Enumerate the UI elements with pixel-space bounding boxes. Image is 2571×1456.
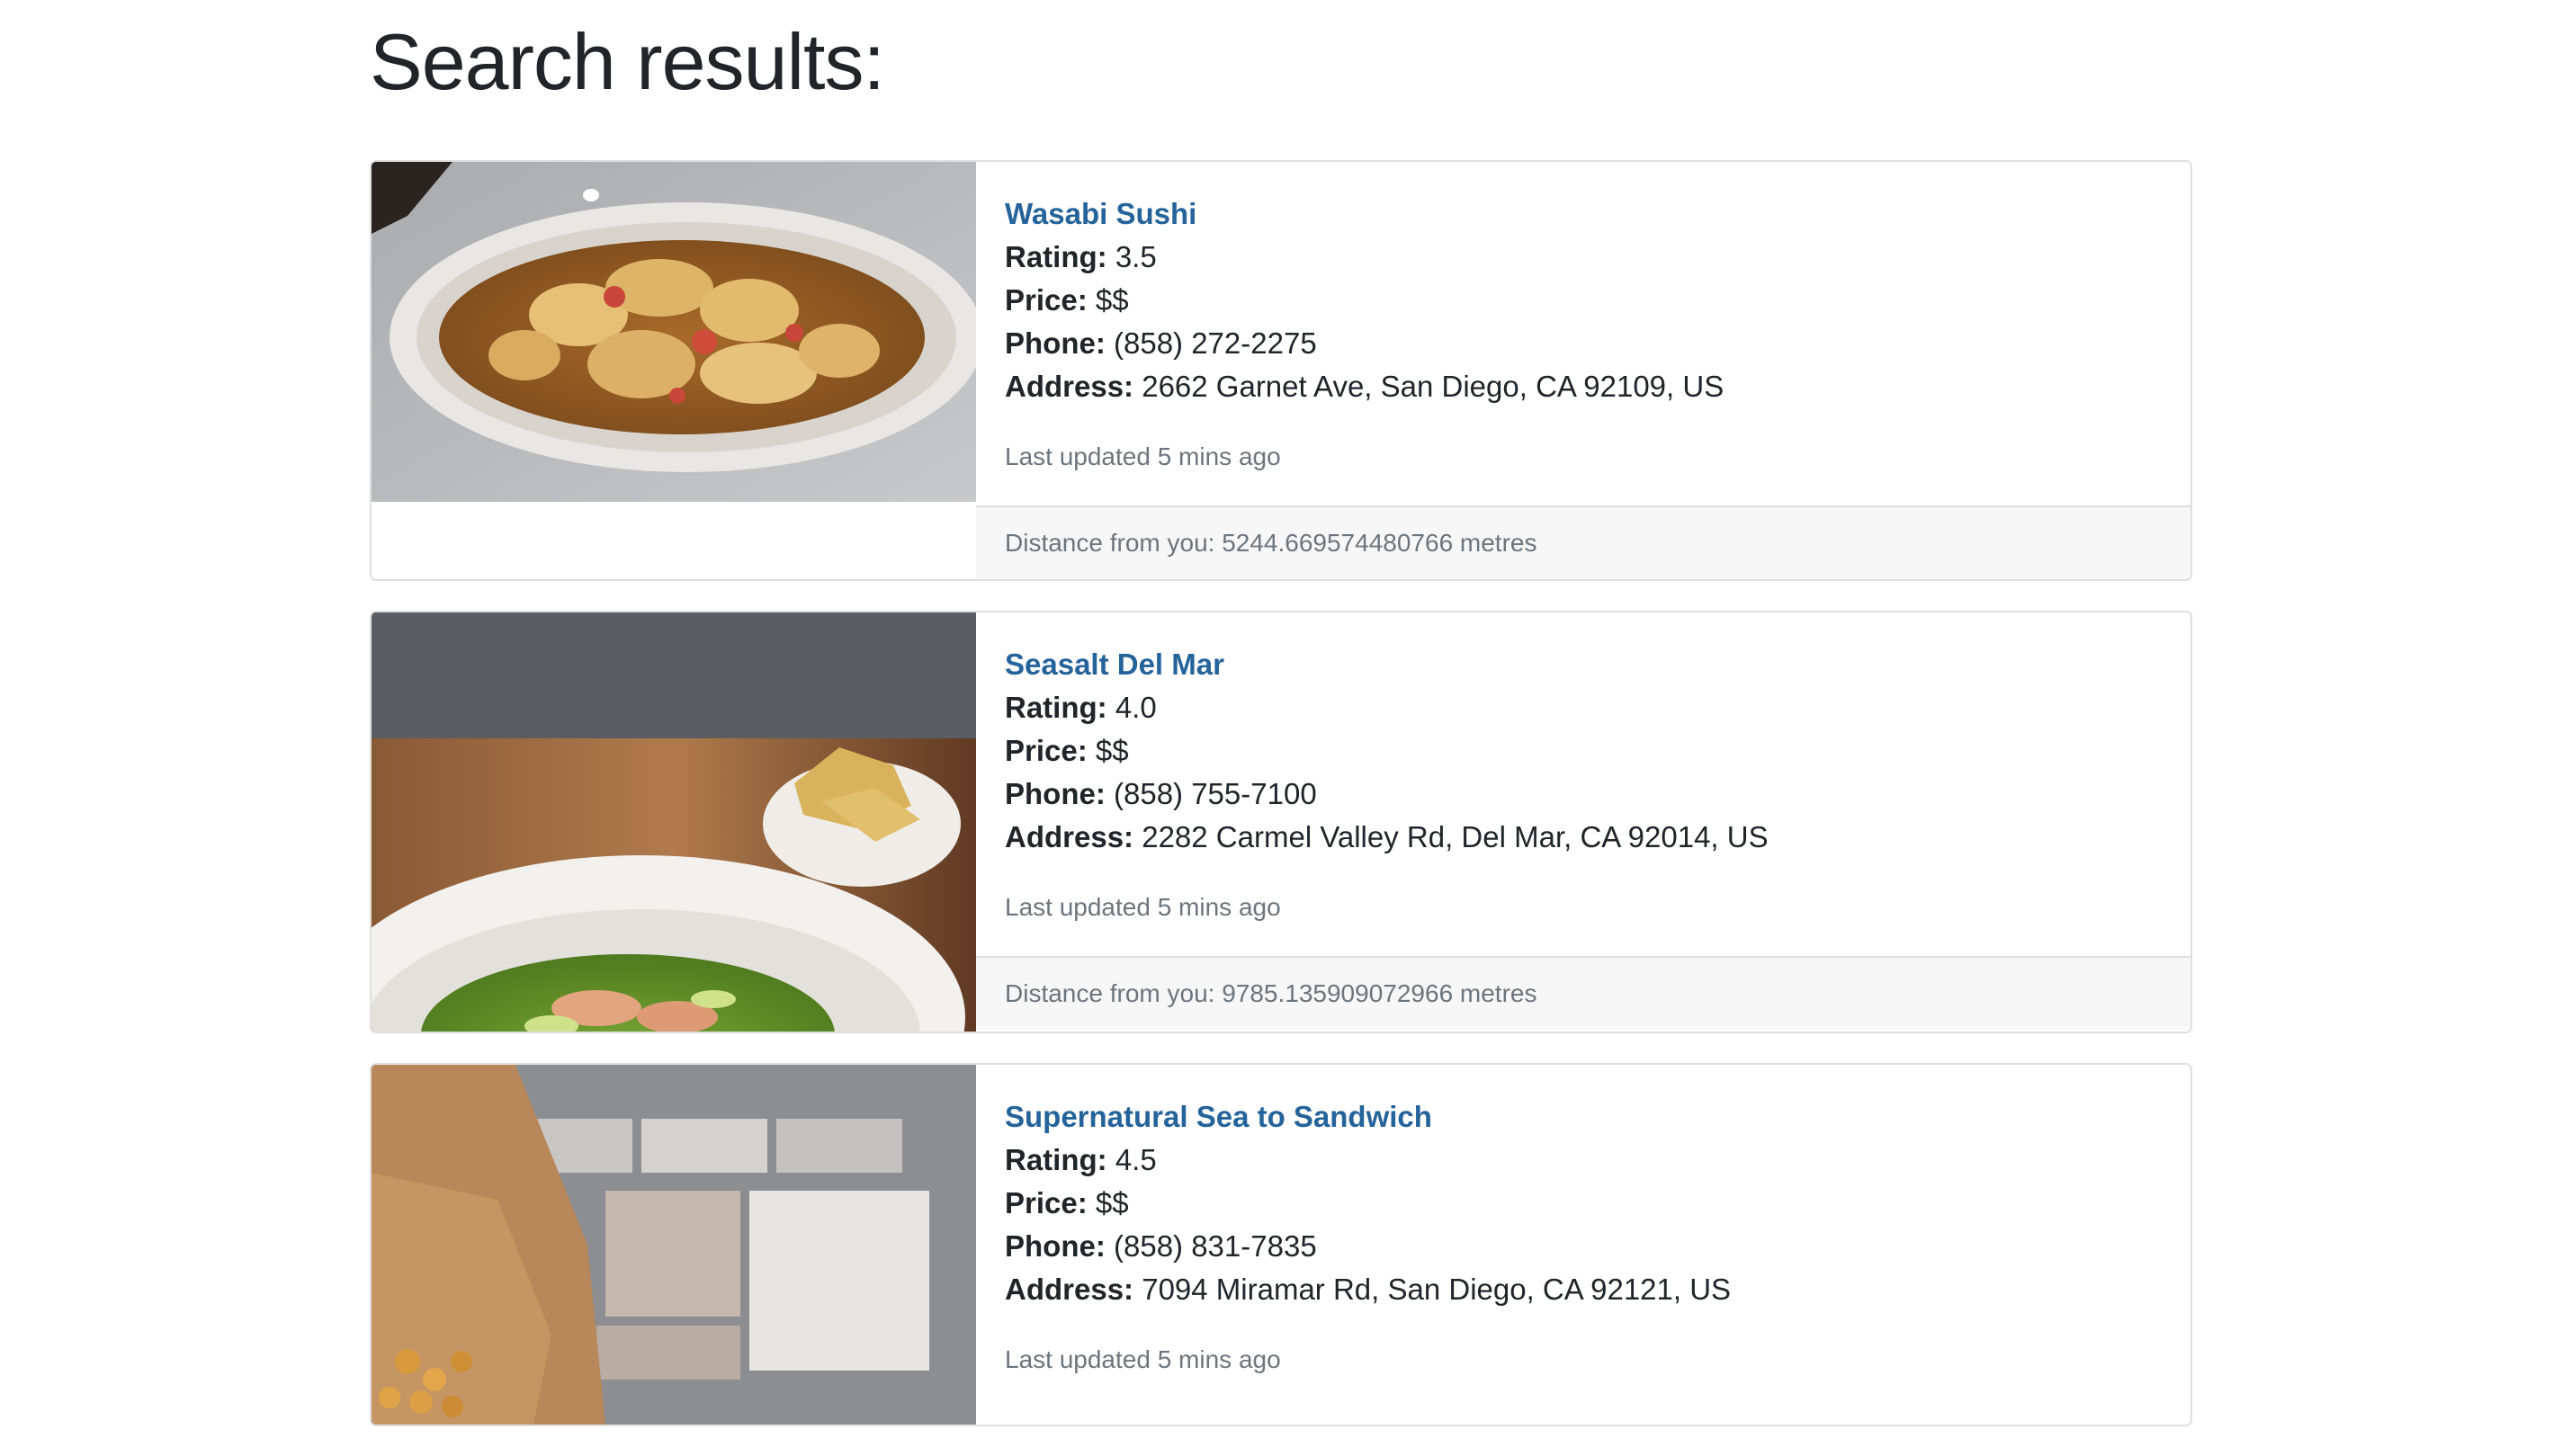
phone-value: (858) 272-2275	[1114, 326, 1317, 360]
address-label: Address:	[1005, 820, 1134, 853]
page-title: Search results:	[370, 17, 885, 106]
result-card: Seasalt Del Mar Rating: 4.0 Price: $$ Ph…	[370, 611, 2192, 1033]
food-photo	[372, 1065, 976, 1425]
price-field: Price: $$	[1005, 279, 2162, 322]
rating-label: Rating:	[1005, 1143, 1107, 1176]
phone-value: (858) 831-7835	[1114, 1229, 1317, 1263]
distance-footer: Distance from you: 5244.669574480766 met…	[976, 507, 2190, 579]
last-updated-text: Last updated 5 mins ago	[1005, 442, 1281, 470]
address-field: Address: 2282 Carmel Valley Rd, Del Mar,…	[1005, 816, 2162, 859]
result-details: Supernatural Sea to Sandwich Rating: 4.5…	[976, 1065, 2190, 1425]
result-details: Seasalt Del Mar Rating: 4.0 Price: $$ Ph…	[976, 612, 2190, 1032]
price-field: Price: $$	[1005, 1182, 2162, 1225]
card-body: Wasabi Sushi Rating: 3.5 Price: $$ Phone…	[976, 162, 2190, 507]
food-photo	[372, 162, 976, 502]
phone-field: Phone: (858) 831-7835	[1005, 1225, 2162, 1268]
rating-label: Rating:	[1005, 691, 1107, 724]
rating-field: Rating: 3.5	[1005, 236, 2162, 279]
distance-footer: Distance from you: 9785.135909072966 met…	[976, 958, 2190, 1030]
price-value: $$	[1095, 283, 1129, 317]
address-value: 2282 Carmel Valley Rd, Del Mar, CA 92014…	[1142, 820, 1769, 853]
results-container: Search results: Wasabi Sushi Rating: 3.5…	[370, 0, 2192, 1456]
price-field: Price: $$	[1005, 729, 2162, 773]
rating-field: Rating: 4.0	[1005, 686, 2162, 729]
rating-value: 4.0	[1115, 691, 1157, 724]
result-card: Wasabi Sushi Rating: 3.5 Price: $$ Phone…	[370, 160, 2192, 581]
address-field: Address: 2662 Garnet Ave, San Diego, CA …	[1005, 365, 2162, 408]
phone-field: Phone: (858) 755-7100	[1005, 773, 2162, 816]
price-label: Price:	[1005, 734, 1088, 767]
phone-label: Phone:	[1005, 326, 1106, 360]
phone-field: Phone: (858) 272-2275	[1005, 322, 2162, 365]
address-value: 7094 Miramar Rd, San Diego, CA 92121, US	[1142, 1273, 1732, 1306]
result-details: Wasabi Sushi Rating: 3.5 Price: $$ Phone…	[976, 162, 2190, 579]
phone-value: (858) 755-7100	[1114, 777, 1317, 810]
result-image-supernatural-sea-to-sandwich	[372, 1065, 976, 1425]
restaurant-name-link[interactable]: Seasalt Del Mar	[1005, 643, 2162, 686]
rating-value: 3.5	[1115, 240, 1157, 273]
address-label: Address:	[1005, 1273, 1134, 1306]
phone-label: Phone:	[1005, 1229, 1106, 1263]
rating-value: 4.5	[1115, 1143, 1157, 1176]
card-body: Supernatural Sea to Sandwich Rating: 4.5…	[976, 1065, 2190, 1410]
address-label: Address:	[1005, 370, 1134, 403]
address-field: Address: 7094 Miramar Rd, San Diego, CA …	[1005, 1268, 2162, 1311]
result-card: Supernatural Sea to Sandwich Rating: 4.5…	[370, 1063, 2192, 1426]
result-image-wasabi-sushi	[372, 162, 976, 579]
price-value: $$	[1095, 1186, 1129, 1219]
last-updated-text: Last updated 5 mins ago	[1005, 1345, 1281, 1373]
card-body: Seasalt Del Mar Rating: 4.0 Price: $$ Ph…	[976, 612, 2190, 958]
address-value: 2662 Garnet Ave, San Diego, CA 92109, US	[1142, 370, 1724, 403]
price-value: $$	[1095, 734, 1129, 767]
phone-label: Phone:	[1005, 777, 1106, 810]
food-photo	[372, 612, 976, 1032]
price-label: Price:	[1005, 283, 1088, 317]
restaurant-name-link[interactable]: Supernatural Sea to Sandwich	[1005, 1095, 2162, 1139]
price-label: Price:	[1005, 1186, 1088, 1219]
result-image-seasalt-del-mar	[372, 612, 976, 1032]
rating-field: Rating: 4.5	[1005, 1139, 2162, 1182]
restaurant-name-link[interactable]: Wasabi Sushi	[1005, 192, 2162, 236]
rating-label: Rating:	[1005, 240, 1107, 273]
last-updated-text: Last updated 5 mins ago	[1005, 893, 1281, 921]
